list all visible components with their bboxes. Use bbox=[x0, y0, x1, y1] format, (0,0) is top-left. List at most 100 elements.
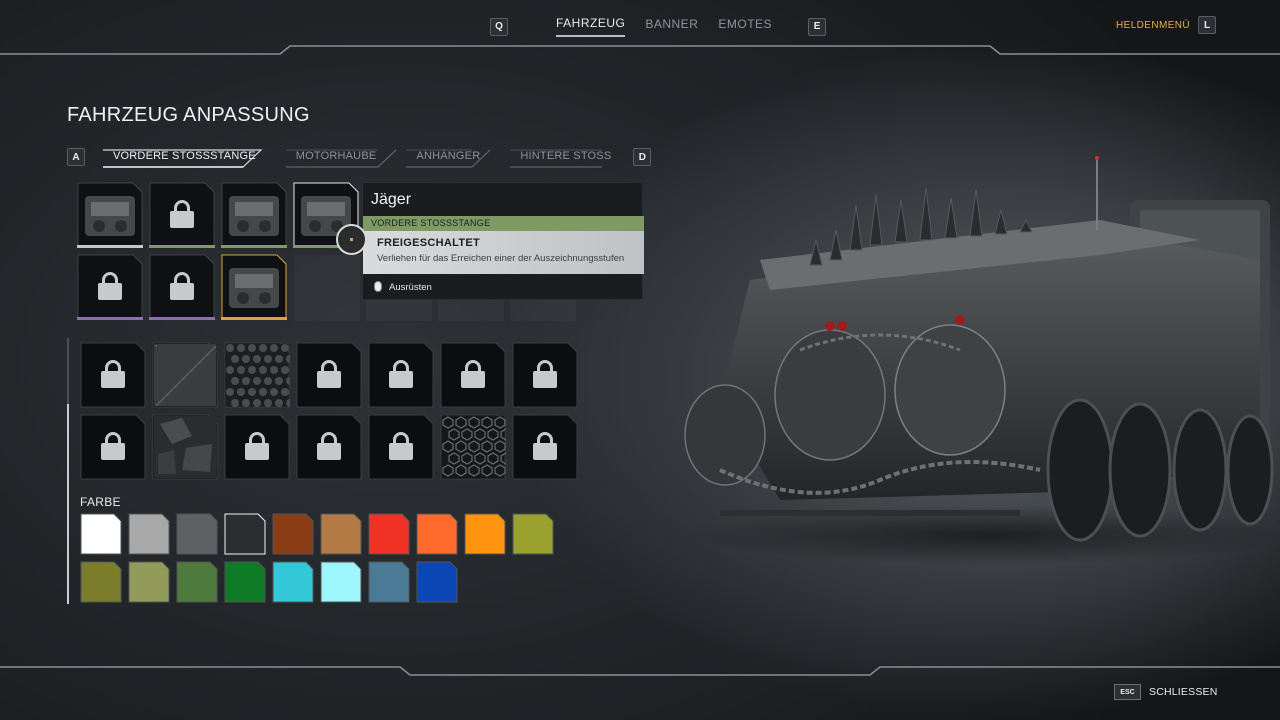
pattern-slot[interactable] bbox=[512, 414, 578, 480]
cursor-icon bbox=[336, 224, 367, 255]
page-title: FAHRZEUG ANPASSUNG bbox=[67, 104, 310, 126]
color-swatch[interactable] bbox=[368, 561, 410, 603]
part-slot[interactable] bbox=[221, 254, 287, 320]
part-slot[interactable] bbox=[149, 254, 215, 320]
pattern-hexgrid-icon bbox=[442, 416, 506, 478]
color-swatch[interactable] bbox=[128, 561, 170, 603]
part-slot[interactable] bbox=[221, 182, 287, 248]
part-slot[interactable] bbox=[149, 182, 215, 248]
vehicle-preview-image[interactable] bbox=[660, 150, 1280, 570]
pattern-hexdots-icon bbox=[226, 344, 290, 407]
lock-icon bbox=[533, 432, 557, 460]
subtab-label: HINTERE STOSS bbox=[520, 150, 612, 162]
close-button[interactable]: ESC SCHLIESSEN bbox=[1114, 684, 1218, 700]
part-thumbnail bbox=[229, 268, 279, 308]
lock-icon bbox=[461, 360, 485, 388]
tab-fahrzeug[interactable]: FAHRZEUG bbox=[556, 16, 626, 37]
color-swatch[interactable] bbox=[80, 561, 122, 603]
subtab-hintere-stoss[interactable]: HINTERE STOSS bbox=[510, 146, 633, 168]
lock-icon bbox=[101, 432, 125, 460]
item-tooltip: Jäger VORDERE STOSSSTANGE FREIGESCHALTET… bbox=[362, 182, 644, 300]
prev-tab-key[interactable]: Q bbox=[490, 17, 508, 36]
tooltip-description: Verliehen für das Erreichen einer der Au… bbox=[377, 253, 625, 264]
pattern-slot[interactable] bbox=[368, 414, 434, 480]
rarity-bar bbox=[221, 317, 287, 320]
pattern-slot[interactable] bbox=[152, 342, 218, 408]
pattern-slot[interactable] bbox=[224, 342, 290, 408]
lock-icon bbox=[389, 432, 413, 460]
top-nav: Q FAHRZEUG BANNER EMOTES E bbox=[490, 16, 827, 37]
close-label: SCHLIESSEN bbox=[1149, 686, 1218, 698]
color-swatch[interactable] bbox=[176, 561, 218, 603]
hero-menu-label: HELDENMENÜ bbox=[1116, 19, 1191, 31]
subtab-label: ANHÄNGER bbox=[416, 150, 481, 162]
pattern-slot[interactable] bbox=[440, 342, 506, 408]
rarity-bar bbox=[149, 317, 215, 320]
empty-slot bbox=[438, 300, 504, 321]
subtab-label: VORDERE STOSSSTANGE bbox=[113, 150, 256, 162]
prev-category-key[interactable]: A bbox=[67, 148, 85, 166]
pattern-slot[interactable] bbox=[296, 342, 362, 408]
subtab-anhaenger[interactable]: ANHÄNGER bbox=[406, 146, 502, 168]
color-swatch[interactable] bbox=[368, 513, 410, 555]
mouse-icon bbox=[374, 281, 382, 292]
tab-emotes[interactable]: EMOTES bbox=[718, 17, 772, 36]
tab-banner[interactable]: BANNER bbox=[645, 17, 698, 36]
color-swatch[interactable] bbox=[224, 561, 266, 603]
empty-slot bbox=[510, 300, 576, 321]
tooltip-item-name: Jäger bbox=[371, 191, 412, 208]
lock-icon bbox=[101, 360, 125, 388]
part-thumbnail bbox=[85, 196, 135, 236]
pattern-slot[interactable] bbox=[296, 414, 362, 480]
pattern-slot[interactable] bbox=[152, 414, 218, 480]
color-swatch[interactable] bbox=[272, 561, 314, 603]
color-swatch[interactable] bbox=[464, 513, 506, 555]
subtab-label: MOTORHAUBE bbox=[295, 150, 377, 162]
lock-icon bbox=[533, 360, 557, 388]
color-swatch[interactable] bbox=[272, 513, 314, 555]
scrollbar-thumb[interactable] bbox=[67, 404, 69, 604]
pattern-slot[interactable] bbox=[512, 342, 578, 408]
next-category-key[interactable]: D bbox=[633, 148, 652, 166]
subtab-vordere-stossstange[interactable]: VORDERE STOSSSTANGE bbox=[103, 146, 278, 168]
next-tab-key[interactable]: E bbox=[808, 17, 827, 36]
part-category-tabs: A VORDERE STOSSSTANGE MOTORHAUBE ANHÄNGE… bbox=[67, 146, 652, 168]
part-slot[interactable] bbox=[77, 254, 143, 320]
color-swatch[interactable] bbox=[320, 561, 362, 603]
subtab-motorhaube[interactable]: MOTORHAUBE bbox=[285, 146, 399, 168]
lock-icon bbox=[170, 200, 194, 228]
color-section-label: FARBE bbox=[80, 495, 121, 509]
rarity-bar bbox=[77, 245, 143, 248]
tooltip-status: FREIGESCHALTET bbox=[377, 237, 480, 249]
color-swatch[interactable] bbox=[320, 513, 362, 555]
esc-key: ESC bbox=[1114, 684, 1141, 700]
pattern-camo-icon bbox=[154, 416, 216, 478]
part-slot[interactable] bbox=[77, 182, 143, 248]
pattern-slot[interactable] bbox=[80, 342, 146, 408]
color-swatch[interactable] bbox=[128, 513, 170, 555]
color-swatch[interactable] bbox=[416, 513, 458, 555]
pattern-slot[interactable] bbox=[440, 414, 506, 480]
color-swatch[interactable] bbox=[80, 513, 122, 555]
part-thumbnail bbox=[229, 196, 279, 236]
hero-menu-button[interactable]: HELDENMENÜ L bbox=[1116, 16, 1217, 34]
color-swatch[interactable] bbox=[176, 513, 218, 555]
empty-slot bbox=[366, 300, 432, 321]
color-swatch[interactable] bbox=[512, 513, 554, 555]
rarity-bar bbox=[221, 245, 287, 248]
tooltip-category: VORDERE STOSSSTANGE bbox=[363, 216, 644, 231]
pattern-slot[interactable] bbox=[80, 414, 146, 480]
lock-icon bbox=[98, 272, 122, 300]
equip-action[interactable]: Ausrüsten bbox=[389, 282, 432, 293]
color-swatch[interactable] bbox=[224, 513, 266, 555]
lock-icon bbox=[389, 360, 413, 388]
rarity-bar bbox=[77, 317, 143, 320]
pattern-noise-icon bbox=[154, 344, 216, 406]
lock-icon bbox=[317, 360, 341, 388]
pattern-slot[interactable] bbox=[368, 342, 434, 408]
rarity-bar bbox=[149, 245, 215, 248]
color-swatch[interactable] bbox=[416, 561, 458, 603]
bottom-frame-line bbox=[0, 666, 1280, 676]
empty-slot bbox=[294, 255, 360, 321]
pattern-slot[interactable] bbox=[224, 414, 290, 480]
